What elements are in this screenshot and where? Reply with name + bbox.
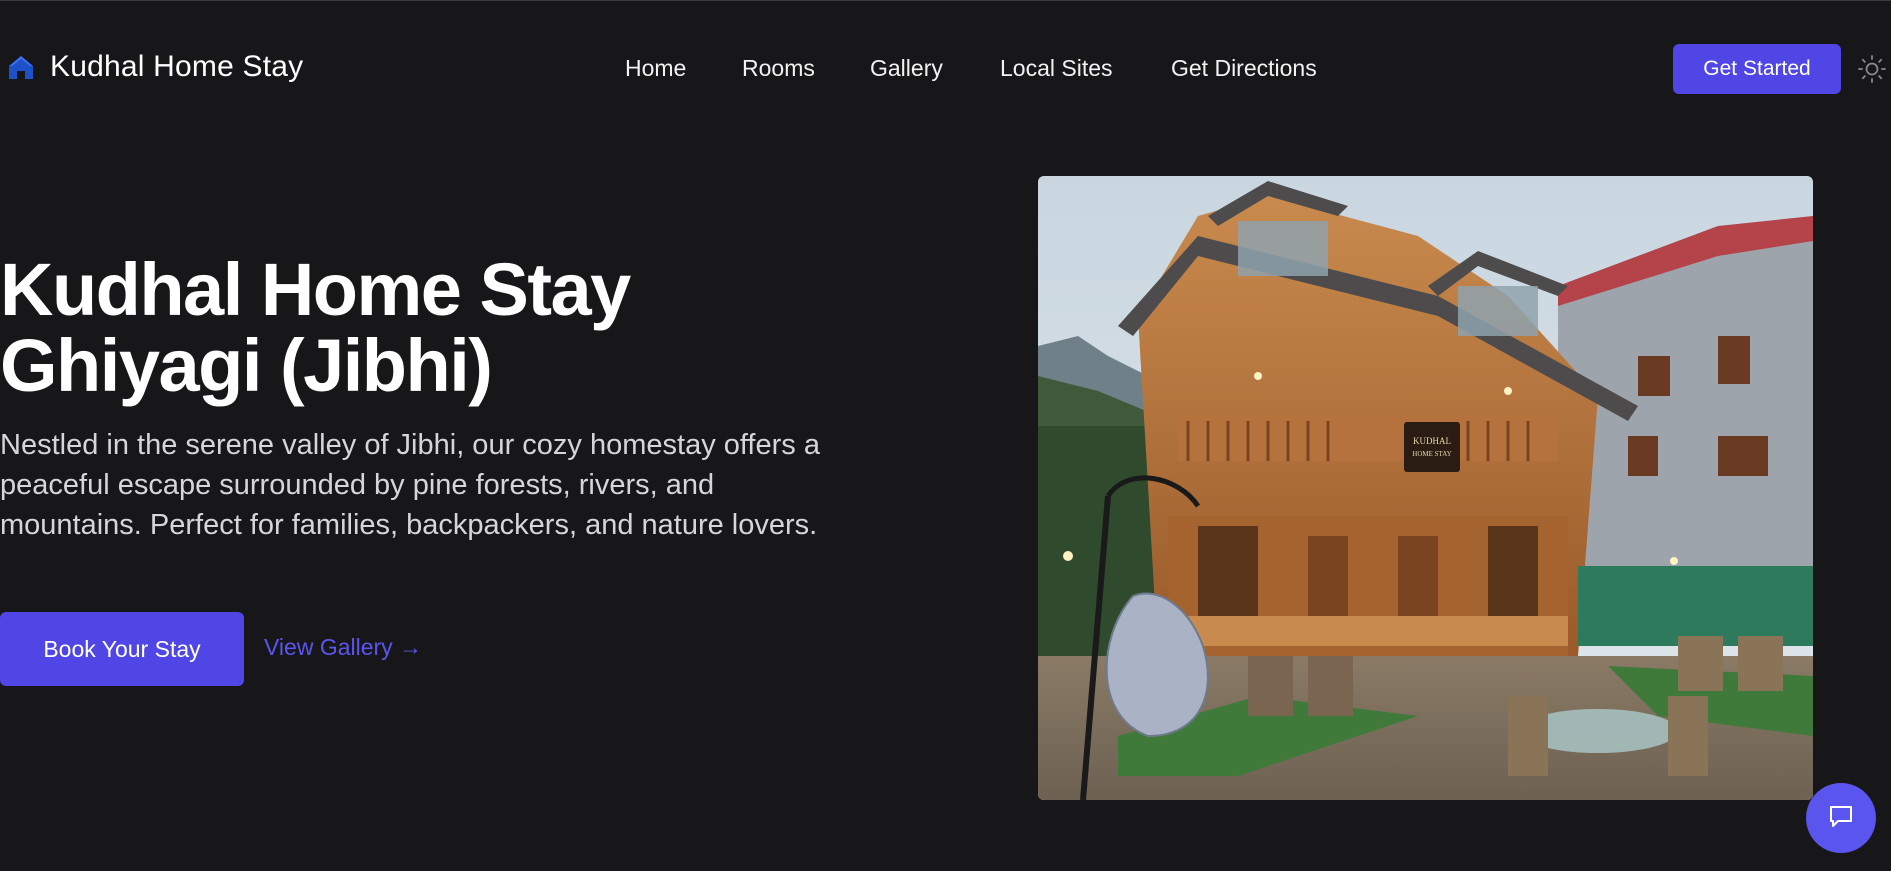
nav-home[interactable]: Home — [625, 55, 686, 82]
view-gallery-link[interactable]: View Gallery → — [264, 634, 422, 661]
get-started-button[interactable]: Get Started — [1673, 44, 1841, 94]
nav-local-sites[interactable]: Local Sites — [1000, 55, 1113, 82]
nav-rooms[interactable]: Rooms — [742, 55, 815, 82]
chat-bubble-icon — [1826, 801, 1856, 836]
chat-button[interactable] — [1806, 783, 1876, 853]
nav-gallery[interactable]: Gallery — [870, 55, 943, 82]
hero-title: Kudhal Home Stay Ghiyagi (Jibhi) — [0, 252, 780, 404]
homestay-photo: KUDHAL HOME STAY — [1038, 176, 1813, 800]
navbar: Kudhal Home Stay Home Rooms Gallery Loca… — [0, 0, 1891, 138]
hero-title-line1: Kudhal Home Stay — [0, 248, 631, 331]
svg-text:KUDHAL: KUDHAL — [1413, 436, 1451, 446]
book-your-stay-button[interactable]: Book Your Stay — [0, 612, 244, 686]
svg-text:HOME STAY: HOME STAY — [1412, 450, 1451, 458]
brand[interactable]: Kudhal Home Stay — [6, 50, 303, 84]
brand-name: Kudhal Home Stay — [50, 50, 304, 83]
hero-title-line2: Ghiyagi (Jibhi) — [0, 324, 493, 407]
nav-get-directions[interactable]: Get Directions — [1171, 55, 1317, 82]
home-icon — [6, 52, 36, 82]
sun-icon[interactable] — [1857, 54, 1887, 84]
hero-description: Nestled in the serene valley of Jibhi, o… — [0, 429, 820, 541]
